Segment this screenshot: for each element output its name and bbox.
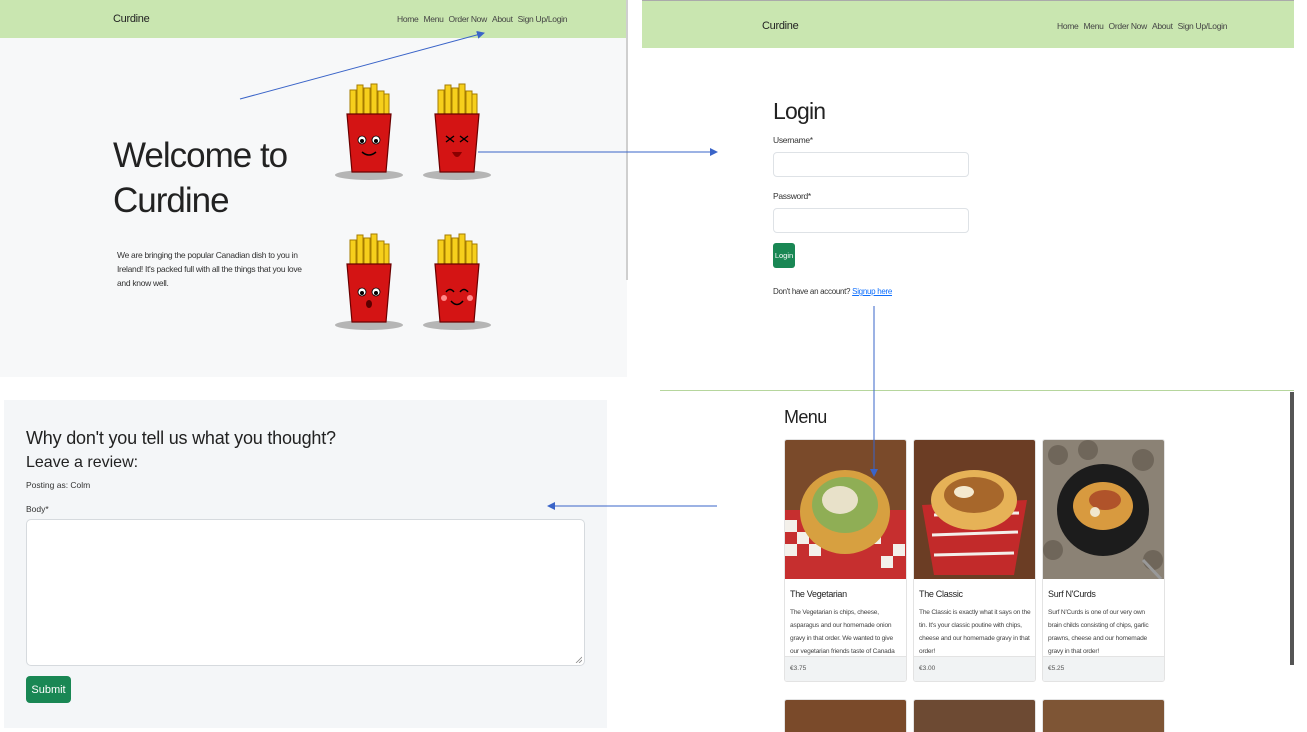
- review-body-textarea[interactable]: [26, 519, 585, 666]
- card-footer: €3.00: [914, 656, 1035, 681]
- review-page-screenshot: Why don't you tell us what you thought? …: [4, 400, 607, 728]
- welcome-heading: Welcome to Curdine: [113, 133, 313, 223]
- menu-card-partial[interactable]: [784, 699, 907, 732]
- body-label: Body*: [26, 504, 49, 514]
- card-title: Surf N'Curds: [1048, 589, 1096, 599]
- login-page-screenshot: Curdine Home Menu Order Now About Sign U…: [642, 0, 1294, 392]
- resize-handle-icon[interactable]: [575, 656, 582, 663]
- intro-text: We are bringing the popular Canadian dis…: [117, 250, 302, 288]
- fries-mascot-icon: [423, 233, 491, 330]
- card-title: The Vegetarian: [790, 589, 847, 599]
- nav-menu[interactable]: Menu: [423, 14, 443, 24]
- menu-card[interactable]: The Vegetarian The Vegetarian is chips, …: [784, 439, 907, 682]
- nav-about[interactable]: About: [492, 14, 513, 24]
- navbar: Curdine Home Menu Order Now About Sign U…: [642, 0, 1294, 48]
- nav-order-now[interactable]: Order Now: [1109, 21, 1148, 31]
- card-description: The Classic is exactly what it says on t…: [919, 609, 1031, 655]
- menu-card-partial[interactable]: [1042, 699, 1165, 732]
- welcome-line-2: Curdine: [113, 181, 230, 220]
- no-account-label: Don't have an account?: [773, 287, 851, 296]
- fries-mascot-icon: [423, 83, 491, 180]
- card-price: €3.75: [790, 665, 807, 672]
- login-button[interactable]: Login: [773, 243, 795, 268]
- surf-n-curds-image: [1043, 440, 1164, 579]
- nav-links: Home Menu Order Now About Sign Up/Login: [1057, 21, 1227, 31]
- divider: [626, 0, 628, 280]
- nav-links: Home Menu Order Now About Sign Up/Login: [397, 14, 567, 24]
- vegetarian-poutine-image: [785, 440, 906, 579]
- nav-home[interactable]: Home: [397, 14, 419, 24]
- nav-signup-login[interactable]: Sign Up/Login: [1178, 21, 1228, 31]
- menu-card-partial[interactable]: [913, 699, 1036, 732]
- divider: [660, 390, 1294, 391]
- submit-button[interactable]: Submit: [26, 676, 71, 703]
- fries-mascot-icon: [335, 233, 403, 330]
- posting-as-text: Posting as: Colm: [26, 480, 91, 490]
- home-page-screenshot: Curdine Home Menu Order Now About Sign U…: [0, 0, 627, 377]
- navbar: Curdine Home Menu Order Now About Sign U…: [0, 0, 627, 38]
- scrollbar[interactable]: [1290, 392, 1294, 665]
- no-account-text: Don't have an account? Signup here: [773, 287, 892, 296]
- menu-card[interactable]: Surf N'Curds Surf N'Curds is one of our …: [1042, 439, 1165, 682]
- menu-title: Menu: [784, 407, 827, 427]
- brand-logo[interactable]: Curdine: [113, 13, 150, 25]
- login-title: Login: [773, 98, 826, 124]
- nav-menu[interactable]: Menu: [1083, 21, 1103, 31]
- card-title: The Classic: [919, 589, 963, 599]
- fries-mascot-icon: [335, 83, 403, 180]
- password-field[interactable]: [773, 208, 969, 233]
- review-heading: Why don't you tell us what you thought?: [26, 428, 336, 448]
- welcome-line-1: Welcome to: [113, 136, 288, 175]
- signup-link[interactable]: Signup here: [852, 287, 892, 296]
- nav-order-now[interactable]: Order Now: [449, 14, 488, 24]
- review-subheading: Leave a review:: [26, 454, 139, 471]
- brand-logo[interactable]: Curdine: [762, 20, 799, 32]
- password-label: Password*: [773, 191, 811, 201]
- card-footer: €5.25: [1043, 656, 1164, 681]
- nav-home[interactable]: Home: [1057, 21, 1079, 31]
- username-field[interactable]: [773, 152, 969, 177]
- username-label: Username*: [773, 135, 813, 145]
- card-footer: €3.75: [785, 656, 906, 681]
- card-description: Surf N'Curds is one of our very own brai…: [1048, 609, 1149, 655]
- menu-page-screenshot: Menu The Vegetarian The Vegetarian is ch…: [660, 392, 1294, 732]
- menu-card[interactable]: The Classic The Classic is exactly what …: [913, 439, 1036, 682]
- card-price: €5.25: [1048, 665, 1065, 672]
- classic-poutine-image: [914, 440, 1035, 579]
- nav-signup-login[interactable]: Sign Up/Login: [518, 14, 568, 24]
- card-price: €3.00: [919, 665, 936, 672]
- nav-about[interactable]: About: [1152, 21, 1173, 31]
